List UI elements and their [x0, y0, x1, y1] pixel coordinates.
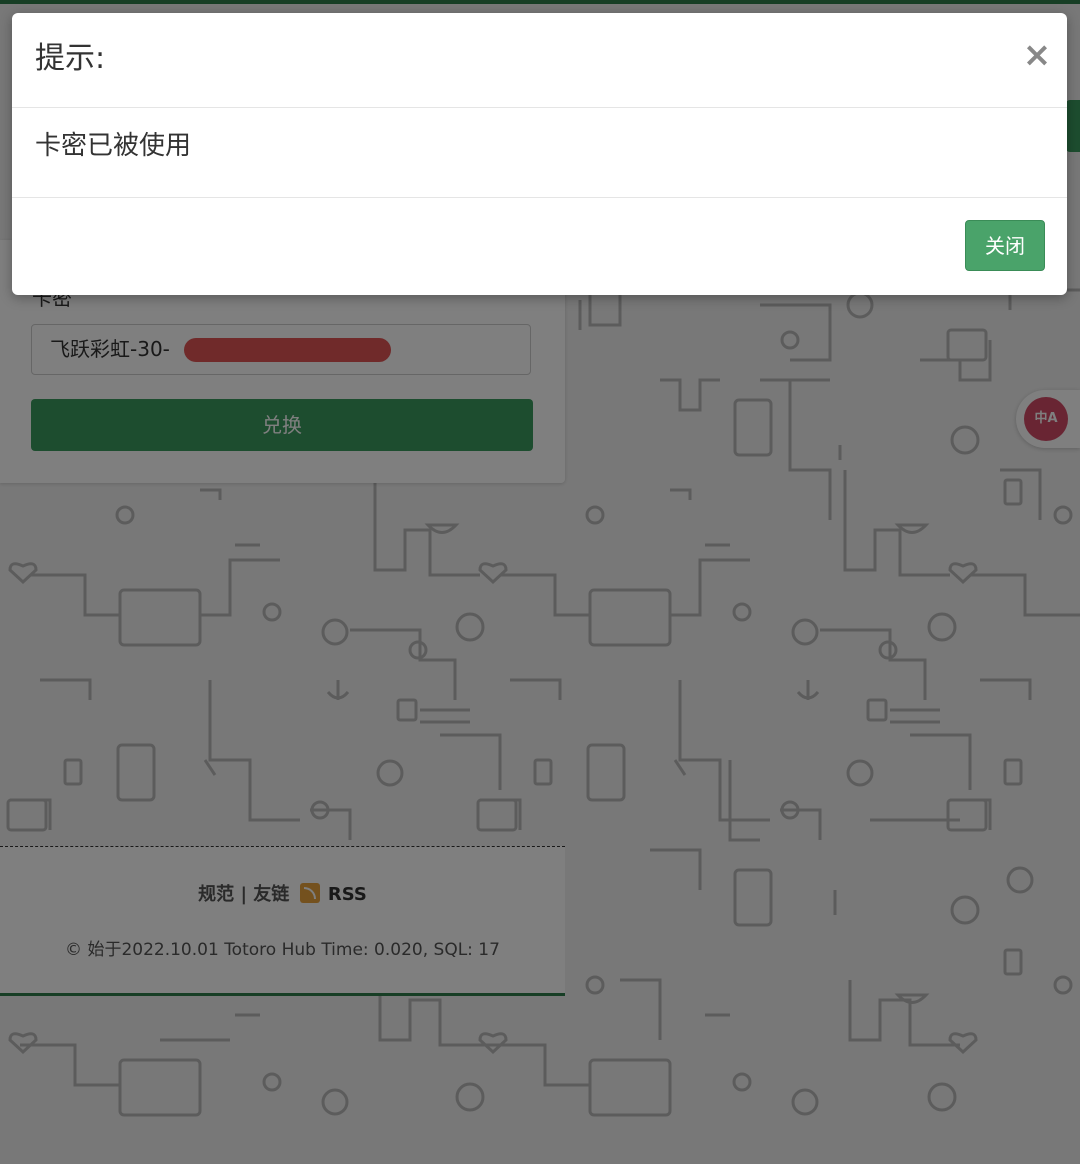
- dialog-close-button[interactable]: 关闭: [965, 220, 1045, 271]
- alert-dialog: 提示: × 卡密已被使用 关闭: [12, 13, 1067, 295]
- close-icon[interactable]: ×: [1020, 35, 1054, 75]
- dialog-title: 提示:: [35, 41, 106, 76]
- dialog-message: 卡密已被使用: [35, 131, 192, 161]
- dialog-body: 卡密已被使用: [12, 108, 1067, 198]
- dialog-header: 提示: ×: [12, 13, 1067, 108]
